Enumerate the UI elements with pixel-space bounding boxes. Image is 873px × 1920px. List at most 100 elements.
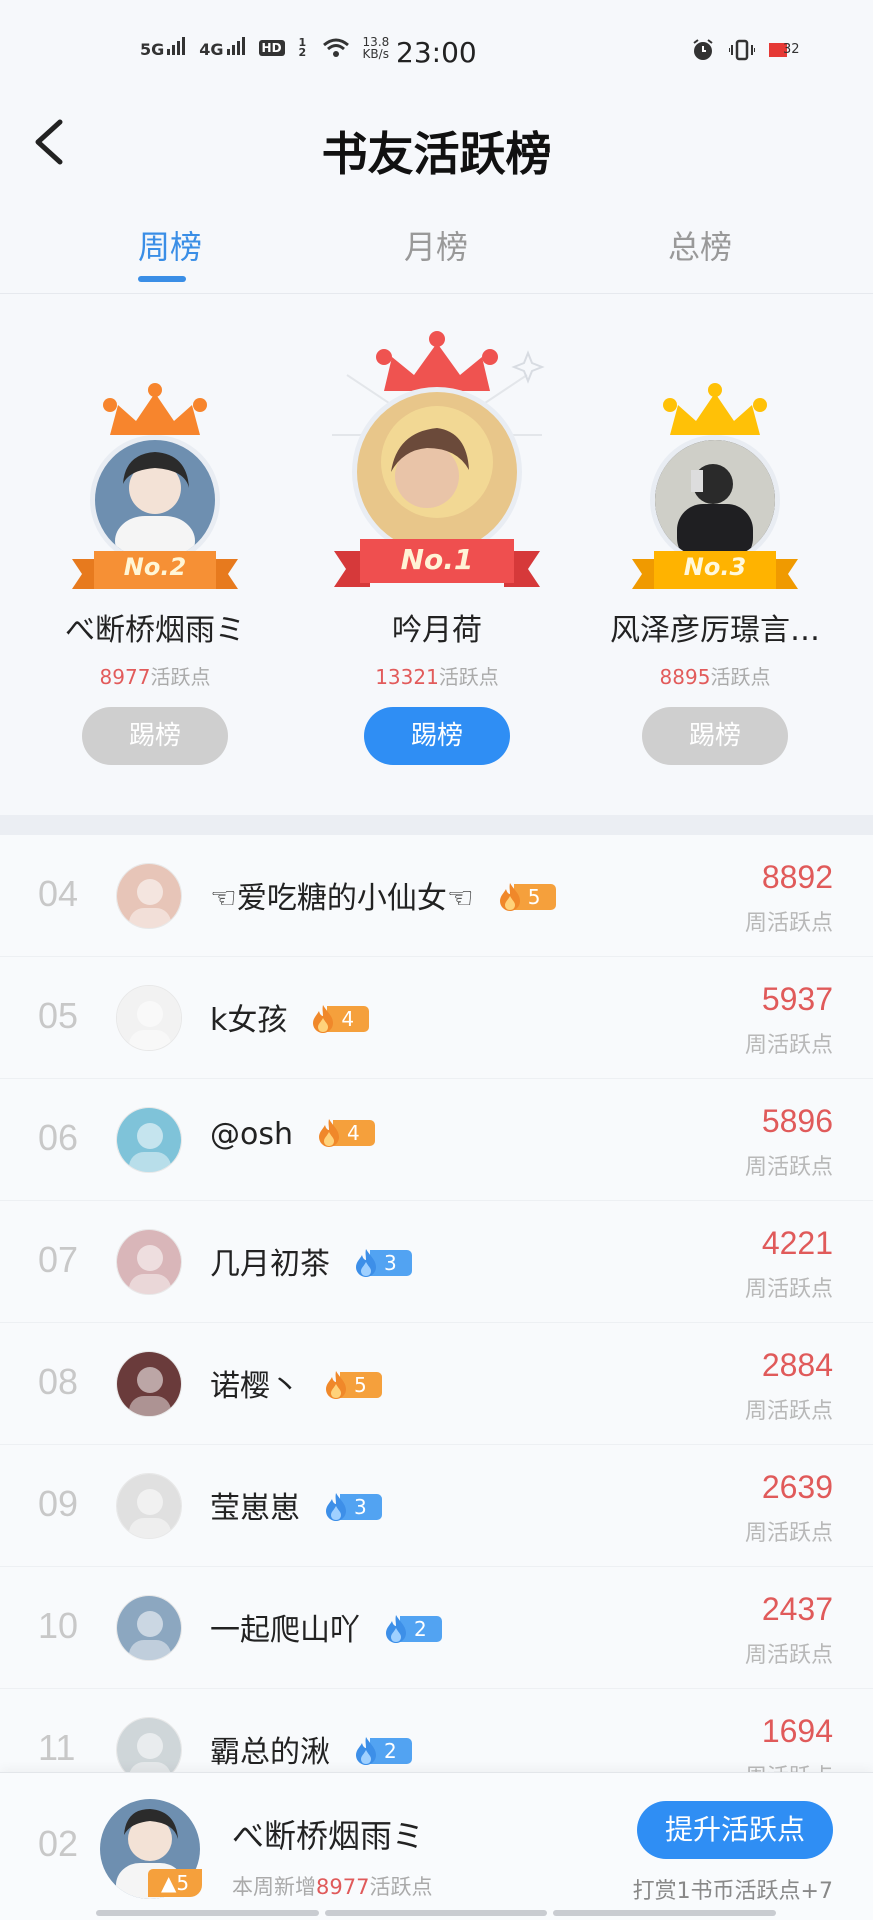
network-4g-indicator: 4G — [199, 37, 245, 59]
level-badge: 5 — [498, 882, 556, 912]
rank-badge-label: No.3 — [683, 553, 747, 581]
flame-icon — [356, 1248, 376, 1277]
section-divider — [0, 815, 873, 835]
tab-monthly[interactable]: 月榜 — [356, 222, 516, 268]
network-speed: 13.8 KB/s — [362, 35, 390, 61]
list-item[interactable]: 10 一起爬山吖 2 2437 周活跃点 — [0, 1567, 873, 1689]
hd-voice-icon: HD — [258, 40, 285, 56]
activity-score-label: 周活跃点 — [744, 1399, 833, 1424]
crown-icon — [376, 331, 498, 391]
avatar[interactable] — [116, 1717, 182, 1775]
avatar[interactable] — [116, 1107, 182, 1173]
rank-number: 11 — [38, 1727, 76, 1768]
podium-name: べ断桥烟雨ミ — [65, 613, 245, 648]
activity-score: 2639 — [761, 1469, 833, 1505]
level-badge: 5 — [324, 1370, 382, 1400]
top-three-podium: No.2 べ断桥烟雨ミ 8977活跃点 踢榜 No.1 吟月荷 13321活跃点… — [0, 295, 873, 815]
avatar[interactable] — [116, 985, 182, 1051]
podium-points: 8977活跃点 — [99, 665, 211, 689]
activity-score: 1694 — [761, 1713, 833, 1749]
status-bar: 5G 4G HD 1 2 13.8 KB/s 23:00 32 — [0, 0, 873, 104]
kick-button[interactable]: 踢榜 — [642, 707, 788, 765]
rank-badge-label: No.1 — [400, 543, 474, 576]
crown-icon — [103, 383, 207, 435]
avatar[interactable] — [352, 387, 522, 557]
list-item[interactable]: 11霸总的湫21694周活跃点 — [0, 1689, 873, 1775]
flame-icon — [499, 882, 520, 911]
clock: 23:00 — [396, 36, 477, 69]
level-badge: 3 — [354, 1248, 412, 1278]
list-item[interactable]: 05 k女孩 4 5937 周活跃点 — [0, 957, 873, 1079]
activity-score-label: 周活跃点 — [744, 911, 833, 936]
network-5g-indicator: 5G — [140, 37, 186, 59]
list-item[interactable]: 06 @osh 4 5896 周活跃点 — [0, 1079, 873, 1201]
hd-sim-label: 1 2 — [298, 36, 307, 59]
level-badge: 4 — [317, 1118, 375, 1148]
activity-score: 5937 — [761, 981, 833, 1017]
level-badge: 3 — [324, 1492, 382, 1522]
vibrate-icon — [729, 39, 755, 61]
page-header: 书友活跃榜 — [0, 104, 873, 204]
flame-icon — [386, 1614, 406, 1643]
flame-icon — [326, 1492, 346, 1521]
level-badge: 2 — [384, 1614, 442, 1644]
my-weekly-points: 本周新增8977活跃点 — [232, 1875, 433, 1899]
rank-number: 10 — [38, 1605, 79, 1646]
rank-number: 08 — [38, 1361, 79, 1402]
user-name: 莹崽崽 3 — [210, 1483, 382, 1527]
ranking-list[interactable]: 04 ☜爱吃糖的小仙女☜ 5 8892 周活跃点 05 k女孩 4 5937 周活跃点 06 @osh… — [0, 835, 873, 1775]
alarm-icon — [693, 39, 713, 60]
kick-button[interactable]: 踢榜 — [82, 707, 228, 765]
tab-active-indicator — [138, 276, 186, 282]
rank-number: 07 — [38, 1239, 79, 1280]
flame-icon: ▲ — [160, 1871, 177, 1895]
list-item[interactable]: 04 ☜爱吃糖的小仙女☜ 5 8892 周活跃点 — [0, 835, 873, 957]
podium-points: 8895活跃点 — [659, 665, 771, 689]
flame-icon — [356, 1736, 376, 1765]
avatar[interactable] — [116, 1473, 182, 1539]
avatar[interactable] — [116, 1229, 182, 1295]
podium-name: 风泽彦厉璟言… — [610, 613, 820, 648]
boost-activity-button[interactable]: 提升活跃点 — [637, 1801, 833, 1859]
activity-score-label: 周活跃点 — [744, 1155, 833, 1180]
avatar[interactable] — [116, 1351, 182, 1417]
user-name: k女孩 4 — [210, 995, 370, 1039]
user-name: ☜爱吃糖的小仙女☜ 5 — [210, 873, 556, 917]
flame-icon — [313, 1004, 334, 1033]
home-indicator[interactable] — [96, 1910, 777, 1916]
rank-number: 06 — [38, 1117, 79, 1158]
user-name: 霸总的湫 2 — [210, 1727, 412, 1771]
flame-icon — [319, 1118, 339, 1147]
activity-score: 2437 — [761, 1591, 833, 1627]
page-title: 书友活跃榜 — [321, 127, 552, 181]
rank-badge-label: No.2 — [123, 553, 187, 581]
podium-name: 吟月荷 — [392, 613, 482, 648]
flame-icon — [326, 1370, 346, 1399]
activity-score: 2884 — [761, 1347, 833, 1383]
user-name: 一起爬山吖 2 — [210, 1605, 442, 1649]
list-item[interactable]: 09 莹崽崽 3 2639 周活跃点 — [0, 1445, 873, 1567]
user-name: 诺樱丶 5 — [210, 1361, 382, 1405]
activity-score-label: 周活跃点 — [744, 1521, 833, 1546]
activity-score: 8892 — [761, 859, 833, 895]
kick-button[interactable]: 踢榜 — [364, 707, 510, 765]
rank-number: 09 — [38, 1483, 79, 1524]
avatar[interactable] — [116, 863, 182, 929]
rank-number: 05 — [38, 995, 79, 1036]
list-item[interactable]: 07 几月初茶 3 4221 周活跃点 — [0, 1201, 873, 1323]
activity-score-label: 周活跃点 — [744, 1033, 833, 1058]
my-rank-number: 02 — [38, 1823, 79, 1864]
user-name: @osh 4 — [210, 1117, 375, 1152]
activity-score: 5896 — [761, 1103, 833, 1139]
battery-icon: 32 — [769, 41, 803, 59]
user-name: 几月初茶 3 — [210, 1239, 412, 1283]
avatar[interactable] — [116, 1595, 182, 1661]
tab-weekly[interactable]: 周榜 — [90, 222, 250, 268]
ranking-period-tabs: 周榜 月榜 总榜 — [0, 204, 873, 294]
my-level-badge: ▲5 — [148, 1869, 202, 1897]
list-item[interactable]: 08 诺樱丶 5 2884 周活跃点 — [0, 1323, 873, 1445]
level-badge: 4 — [311, 1004, 370, 1034]
reward-tip: 打赏1书币活跃点+7 — [632, 1879, 833, 1904]
podium-points: 13321活跃点 — [375, 665, 499, 689]
tab-total[interactable]: 总榜 — [620, 222, 780, 268]
